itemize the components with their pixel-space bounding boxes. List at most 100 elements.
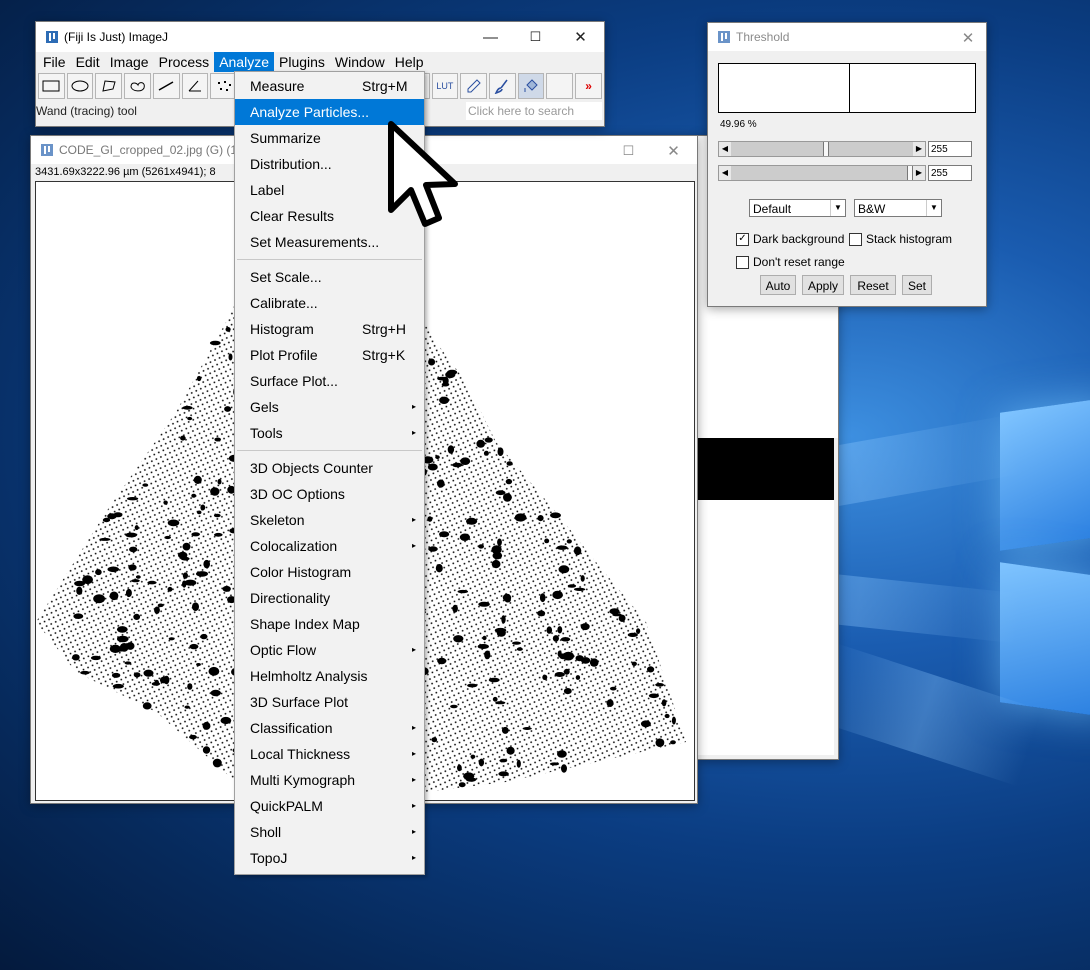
minimize-button[interactable]: — (468, 22, 513, 52)
menu-window[interactable]: Window (330, 52, 390, 72)
specimen-blob (556, 545, 568, 550)
dark-background-checkbox[interactable]: ✓ Dark background (736, 232, 844, 246)
menu-item-3d-oc-options[interactable]: 3D OC Options (235, 481, 424, 507)
menu-item-optic-flow[interactable]: Optic Flow ▸ (235, 637, 424, 663)
threshold-window[interactable]: Threshold ✕ 49.96 % ◀ ▶ 255 ◀ ▶ 255 Defa… (707, 22, 987, 307)
brush-icon[interactable] (489, 73, 516, 99)
search-input[interactable]: Click here to search (466, 102, 602, 120)
menu-item-histogram[interactable]: Histogram Strg+H (235, 316, 424, 342)
checkbox-box[interactable] (736, 255, 749, 269)
mode-select[interactable]: B&W ▼ (854, 199, 942, 217)
menu-item-color-histogram[interactable]: Color Histogram (235, 559, 424, 585)
slider-left-arrow-icon[interactable]: ◀ (719, 166, 731, 180)
specimen-blob (125, 588, 132, 598)
menu-item-set-scale[interactable]: Set Scale... (235, 264, 424, 290)
oval-tool-icon[interactable] (66, 73, 94, 99)
menu-item-tools[interactable]: Tools ▸ (235, 420, 424, 446)
window-title: (Fiji Is Just) ImageJ (64, 30, 169, 44)
menu-item-measure[interactable]: Measure Strg+M (235, 73, 424, 99)
specimen-blob (133, 672, 141, 678)
close-button[interactable]: ✕ (651, 136, 696, 166)
menu-item-label: Surface Plot... (250, 373, 338, 389)
specimen-blob (458, 782, 466, 788)
min-threshold-slider[interactable]: ◀ ▶ (718, 141, 926, 157)
max-threshold-field[interactable]: 255 (928, 165, 972, 181)
stack-histogram-checkbox[interactable]: Stack histogram (849, 232, 952, 246)
checkbox-box[interactable]: ✓ (736, 232, 749, 246)
close-button[interactable]: ✕ (558, 22, 603, 52)
close-button[interactable]: ✕ (948, 23, 988, 53)
threshold-title: Threshold (736, 30, 790, 44)
specimen-blob (196, 663, 201, 666)
slider-right-arrow-icon[interactable]: ▶ (913, 166, 925, 180)
menu-item-calibrate[interactable]: Calibrate... (235, 290, 424, 316)
blank-tool-slot[interactable] (546, 73, 574, 99)
menu-item-3d-objects-counter[interactable]: 3D Objects Counter (235, 455, 424, 481)
rectangle-tool-icon[interactable] (38, 73, 65, 99)
specimen-blob (552, 590, 563, 600)
menu-item-local-thickness[interactable]: Local Thickness ▸ (235, 741, 424, 767)
dont-reset-range-checkbox[interactable]: Don't reset range (736, 255, 845, 269)
slider-right-arrow-icon[interactable]: ▶ (913, 142, 925, 156)
status-text: Wand (tracing) tool (36, 104, 137, 118)
menu-image[interactable]: Image (105, 52, 154, 72)
polygon-tool-icon[interactable] (95, 73, 123, 99)
menu-item-colocalization[interactable]: Colocalization ▸ (235, 533, 424, 559)
menu-process[interactable]: Process (154, 52, 215, 72)
freehand-tool-icon[interactable] (124, 73, 151, 99)
menu-bar: File Edit Image Process Analyze Plugins … (36, 52, 604, 72)
menu-item-directionality[interactable]: Directionality (235, 585, 424, 611)
specimen-blob (427, 516, 433, 522)
menu-item-sholl[interactable]: Sholl ▸ (235, 819, 424, 845)
menu-item-surface-plot[interactable]: Surface Plot... (235, 368, 424, 394)
checkbox-box[interactable] (849, 232, 862, 246)
menu-item-quickpalm[interactable]: QuickPALM ▸ (235, 793, 424, 819)
more-tools-icon[interactable]: » (575, 73, 602, 99)
image-black-band (698, 438, 834, 500)
maximize-button[interactable]: ☐ (606, 136, 651, 166)
maximize-button[interactable]: ☐ (513, 22, 558, 52)
specimen-blob (505, 478, 513, 485)
menu-help[interactable]: Help (390, 52, 429, 72)
max-threshold-slider[interactable]: ◀ ▶ (718, 165, 926, 181)
menu-item-skeleton[interactable]: Skeleton ▸ (235, 507, 424, 533)
specimen-blob (476, 439, 486, 448)
menu-item-3d-surface-plot[interactable]: 3D Surface Plot (235, 689, 424, 715)
menu-edit[interactable]: Edit (71, 52, 105, 72)
menu-item-helmholtz-analysis[interactable]: Helmholtz Analysis (235, 663, 424, 689)
min-threshold-field[interactable]: 255 (928, 141, 972, 157)
menu-separator (237, 259, 422, 260)
lut-icon[interactable]: LUT (431, 73, 459, 99)
menu-item-plot-profile[interactable]: Plot Profile Strg+K (235, 342, 424, 368)
specimen-blob (93, 594, 105, 604)
reset-button[interactable]: Reset (850, 275, 896, 295)
menu-item-gels[interactable]: Gels ▸ (235, 394, 424, 420)
menu-file[interactable]: File (38, 52, 71, 72)
menu-item-shape-index-map[interactable]: Shape Index Map (235, 611, 424, 637)
auto-button[interactable]: Auto (760, 275, 796, 295)
specimen-blob (549, 762, 560, 766)
menu-item-label: Multi Kymograph (250, 772, 356, 788)
menu-analyze[interactable]: Analyze (214, 52, 274, 72)
histogram-marker (849, 64, 850, 112)
specimen-blob (498, 771, 509, 777)
menu-plugins[interactable]: Plugins (274, 52, 330, 72)
angle-tool-icon[interactable] (181, 73, 209, 99)
slider-left-arrow-icon[interactable]: ◀ (719, 142, 731, 156)
specimen-blob (499, 758, 508, 763)
method-select[interactable]: Default ▼ (749, 199, 846, 217)
specimen-blob (142, 483, 149, 487)
menu-item-topoj[interactable]: TopoJ ▸ (235, 845, 424, 871)
specimen-blob (447, 369, 458, 375)
slider-thumb[interactable] (823, 142, 829, 156)
specimen-blob (126, 642, 135, 650)
line-tool-icon[interactable] (152, 73, 180, 99)
apply-button[interactable]: Apply (802, 275, 844, 295)
menu-item-classification[interactable]: Classification ▸ (235, 715, 424, 741)
set-button[interactable]: Set (902, 275, 932, 295)
flood-fill-icon[interactable] (517, 73, 545, 99)
pencil-icon[interactable] (460, 73, 488, 99)
specimen-blob (501, 726, 509, 734)
specimen-blob (72, 654, 80, 661)
menu-item-multi-kymograph[interactable]: Multi Kymograph ▸ (235, 767, 424, 793)
